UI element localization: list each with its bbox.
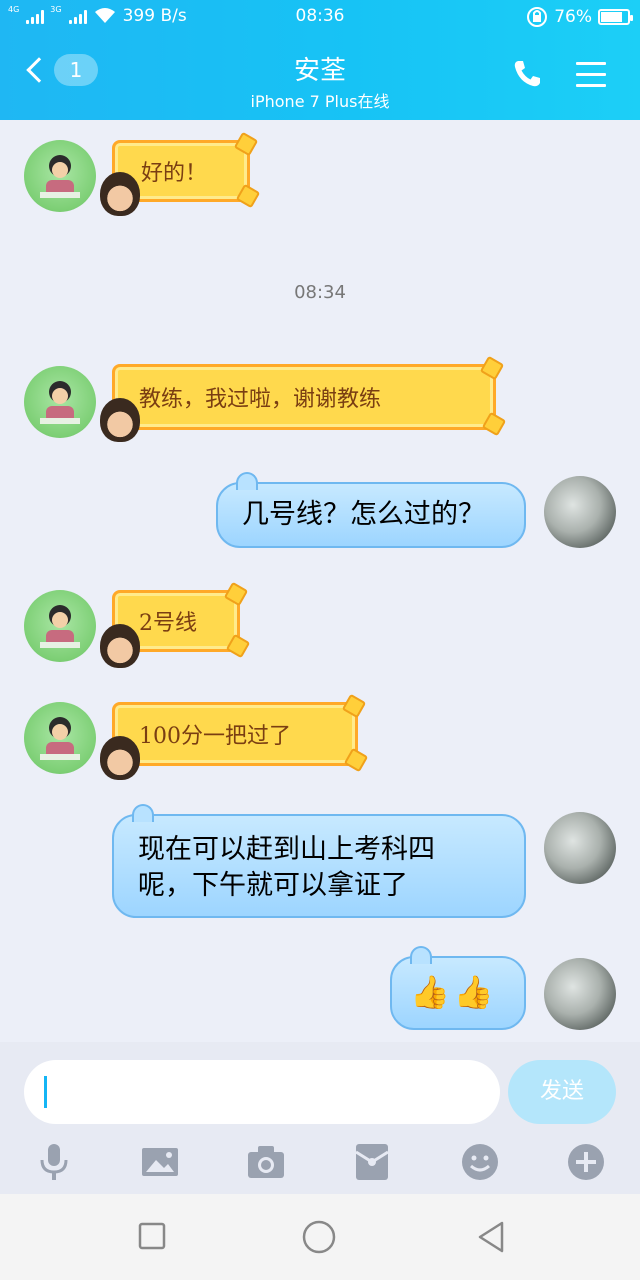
recent-apps-icon[interactable]: [138, 1222, 166, 1254]
red-packet-icon[interactable]: [350, 1140, 394, 1184]
rotation-lock-icon: [527, 7, 548, 27]
message-bubble[interactable]: 几号线？怎么过的？: [216, 472, 526, 548]
microphone-icon[interactable]: [32, 1140, 76, 1184]
sticker-avatar: [100, 624, 140, 668]
message-text: 现在可以赶到山上考科四 呢，下午就可以拿证了: [138, 832, 435, 904]
message-bubble[interactable]: 现在可以赶到山上考科四 呢，下午就可以拿证了: [112, 804, 526, 918]
honeycomb-decor: [225, 633, 251, 659]
avatar-self[interactable]: [544, 476, 616, 548]
phone-icon[interactable]: [512, 58, 542, 92]
message-bubble[interactable]: 👍👍: [390, 946, 526, 1030]
contact-status: iPhone 7 Plus在线: [250, 92, 390, 111]
message-bubble[interactable]: 教练，我过啦，谢谢教练: [112, 355, 507, 437]
back-triangle-icon[interactable]: [476, 1220, 506, 1258]
bubble-ear-decor: [410, 946, 432, 964]
chat-header: 1 安荃 iPhone 7 Plus在线: [0, 36, 640, 120]
honeycomb-decor: [233, 131, 259, 157]
battery-fill: [601, 12, 623, 22]
message-text: 几号线？怎么过的？: [242, 499, 485, 530]
bubble-ear-decor: [236, 472, 258, 490]
avatar-self[interactable]: [544, 812, 616, 884]
system-nav-bar: [0, 1194, 640, 1280]
chat-area: 好的！ 08:34 教练，我过啦，谢谢教练 几号线？怎么过的？ 2号线 100分…: [0, 120, 640, 1042]
timestamp: 08:34: [294, 282, 346, 303]
sticker-avatar: [100, 736, 140, 780]
message-text: 2号线: [139, 611, 197, 636]
top-bar: 4G 3G 399 B/s 08:36 76% 1 安荃 iPhone 7 Pl…: [0, 0, 640, 120]
message-line: 呢，下午就可以拿证了: [138, 870, 408, 901]
composer-toolbar: [0, 1140, 640, 1184]
message-text: 教练，我过啦，谢谢教练: [139, 387, 382, 412]
honeycomb-decor: [235, 183, 261, 209]
status-bar: 4G 3G 399 B/s 08:36 76%: [0, 0, 640, 36]
honeycomb-decor: [481, 411, 507, 437]
avatar-contact[interactable]: [24, 590, 96, 662]
avatar-contact[interactable]: [24, 366, 96, 438]
battery-percent: 76%: [554, 7, 592, 27]
battery-icon: [598, 9, 633, 25]
thumbs-up-emoji: 👍👍: [410, 973, 498, 1011]
camera-icon[interactable]: [244, 1140, 288, 1184]
contact-name: 安荃: [293, 56, 346, 86]
message-input[interactable]: [24, 1060, 500, 1124]
message-bubble[interactable]: 100分一把过了: [112, 693, 369, 773]
message-text: 好的！: [141, 161, 208, 186]
honeycomb-decor: [479, 355, 505, 381]
avatar-self[interactable]: [544, 958, 616, 1030]
sticker-avatar: [100, 398, 140, 442]
composer: 发送: [0, 1042, 640, 1194]
image-icon[interactable]: [138, 1140, 182, 1184]
home-icon[interactable]: [302, 1220, 336, 1258]
message-text: 100分一把过了: [139, 724, 291, 749]
menu-icon[interactable]: [576, 62, 606, 95]
honeycomb-decor: [343, 747, 369, 773]
honeycomb-decor: [223, 581, 249, 607]
message-line: 现在可以赶到山上考科四: [138, 834, 435, 865]
text-cursor: [44, 1076, 47, 1108]
avatar-contact[interactable]: [24, 702, 96, 774]
send-button[interactable]: 发送: [508, 1060, 616, 1124]
bubble-ear-decor: [132, 804, 154, 822]
honeycomb-decor: [341, 693, 367, 719]
emoji-icon[interactable]: [458, 1140, 502, 1184]
plus-icon[interactable]: [564, 1140, 608, 1184]
avatar-contact[interactable]: [24, 140, 96, 212]
sticker-avatar: [100, 172, 140, 216]
